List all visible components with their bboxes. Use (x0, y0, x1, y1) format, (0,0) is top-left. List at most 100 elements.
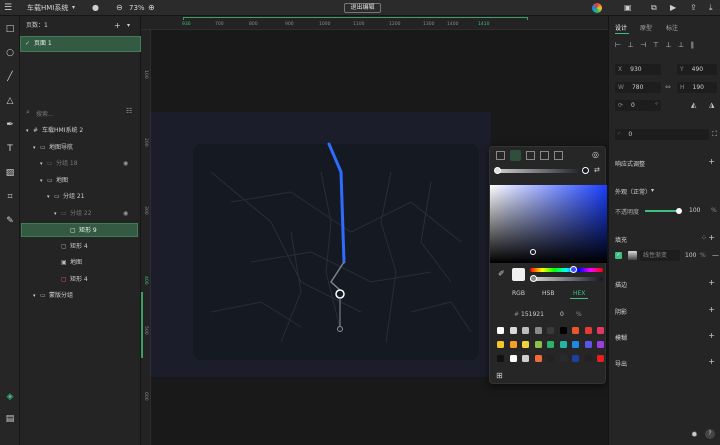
linear-gradient-icon[interactable] (510, 150, 521, 161)
color-swatch[interactable] (584, 327, 592, 334)
color-swatch[interactable] (547, 355, 554, 362)
app-title[interactable]: 车载HMI系统 (27, 0, 68, 16)
settings-icon[interactable]: ✹ (691, 430, 698, 439)
color-swatch[interactable] (597, 341, 604, 348)
pen-tool-icon[interactable]: ✒ (3, 118, 17, 132)
corner-radius-field[interactable]: ◜ 0 (615, 129, 709, 140)
expand-caret-icon[interactable]: ▾ (54, 207, 57, 221)
independent-corners-icon[interactable]: ⛶ (712, 130, 717, 139)
color-swatch[interactable] (584, 355, 592, 362)
blend-mode-icon[interactable]: ◎ (592, 150, 599, 159)
expand-caret-icon[interactable]: ▾ (33, 289, 36, 303)
shadow-add-icon[interactable]: + (708, 305, 715, 314)
page-item[interactable]: ✓ 页面 1 (20, 36, 141, 52)
alpha-input[interactable]: 0 (560, 311, 564, 318)
text-tool-icon[interactable]: T (3, 142, 17, 156)
color-picker[interactable]: ◎ ⇄ ✐ RGB HSB HEX # 151921 0 % ⊞ (489, 146, 607, 384)
mode-hex[interactable]: HEX (573, 290, 585, 297)
add-page-icon[interactable]: + (114, 19, 121, 33)
color-swatch[interactable] (559, 327, 567, 334)
expand-caret-icon[interactable]: ▾ (33, 141, 36, 155)
color-swatch[interactable] (522, 341, 529, 348)
color-swatch[interactable] (547, 341, 554, 348)
color-swatch[interactable] (522, 327, 529, 334)
expand-caret-icon[interactable]: ▾ (40, 157, 43, 171)
rectangle-tool-icon[interactable]: □ (3, 22, 17, 36)
gradient-bar[interactable] (496, 169, 586, 173)
radial-gradient-icon[interactable] (526, 151, 535, 160)
color-swatch[interactable] (584, 341, 592, 348)
layer-row[interactable]: ▾ ▭ 分组 22 ◉ (20, 207, 141, 221)
image-fill-icon[interactable] (554, 151, 563, 160)
color-swatch[interactable] (522, 355, 529, 362)
comment-icon[interactable]: ● (92, 3, 99, 12)
gradient-stop-start[interactable] (494, 167, 501, 174)
hue-handle[interactable] (570, 266, 577, 273)
align-middle-icon[interactable]: ⊥ (665, 41, 678, 49)
appearance-dropdown[interactable]: 外观（正常） (615, 187, 651, 196)
align-right-icon[interactable]: ⊣ (640, 41, 653, 49)
color-swatch[interactable] (509, 327, 517, 334)
color-swatch[interactable] (597, 327, 604, 334)
chevron-down-icon[interactable]: ▾ (72, 4, 75, 11)
line-tool-icon[interactable]: ╱ (3, 70, 17, 84)
y-field[interactable]: Y 490 (677, 64, 717, 75)
blur-add-icon[interactable]: + (708, 331, 715, 340)
opacity-handle[interactable] (676, 208, 682, 214)
x-field[interactable]: X 930 (615, 64, 661, 75)
color-swatch[interactable] (534, 355, 542, 362)
chevron-down-icon[interactable]: ▾ (651, 187, 654, 194)
color-swatch[interactable] (497, 341, 504, 348)
layer-row[interactable]: ▢ 矩形 4 (20, 240, 141, 254)
visibility-icon[interactable]: ◉ (123, 157, 128, 171)
tab-design[interactable]: 设计 (615, 23, 627, 32)
height-field[interactable]: H 190 (677, 82, 717, 93)
align-top-icon[interactable]: ⊤ (653, 41, 666, 49)
fill-styles-icon[interactable]: ⁘ (701, 234, 707, 242)
saturation-area[interactable] (490, 185, 607, 263)
fill-swatch[interactable] (628, 251, 637, 260)
color-swatch[interactable] (509, 341, 517, 348)
collapse-pages-icon[interactable]: ▾ (127, 19, 130, 33)
zoom-in-icon[interactable]: ⊕ (148, 3, 155, 12)
layer-row[interactable]: ▢ 矩形 9 (21, 223, 138, 237)
menu-icon[interactable]: ☰ (4, 3, 12, 13)
tab-annotate[interactable]: 标注 (666, 23, 678, 32)
layer-row[interactable]: ▾ ▭ 分组 21 (20, 190, 141, 204)
alpha-slider[interactable] (530, 277, 603, 281)
expand-caret-icon[interactable]: ▾ (40, 174, 43, 188)
layer-row[interactable]: ▾ ▭ 分组 18 ◉ (20, 157, 141, 171)
tab-prototype[interactable]: 原型 (640, 23, 652, 32)
fill-add-icon[interactable]: + (708, 233, 715, 242)
fill-type-field[interactable]: 线性渐变 (640, 250, 680, 261)
eyedropper-icon[interactable]: ✐ (498, 269, 505, 278)
exit-edit-button[interactable]: 退出编辑 (344, 3, 381, 13)
store-icon[interactable]: ▣ (624, 3, 632, 12)
image-tool-icon[interactable]: ▨ (3, 166, 17, 180)
flip-horizontal-icon[interactable]: ◭ (691, 101, 696, 109)
help-icon[interactable]: ? (705, 429, 715, 439)
mode-rgb[interactable]: RGB (512, 290, 525, 297)
layer-row[interactable]: ▾ # 车载HMI系统 2 (20, 124, 141, 138)
layer-row[interactable]: ▾ ▭ 地图导航 (20, 141, 141, 155)
color-swatch[interactable] (497, 327, 504, 334)
frame-tool-icon[interactable]: ⌗ (3, 190, 17, 204)
layer-search[interactable]: ⌕ 搜索... ☷ (24, 107, 136, 119)
share-icon[interactable]: ⇪ (690, 3, 697, 12)
hex-input[interactable]: 151921 (521, 311, 544, 318)
solid-fill-icon[interactable] (496, 151, 505, 160)
search-input[interactable]: 搜索... (36, 109, 54, 118)
opacity-slider[interactable] (645, 210, 679, 212)
angular-gradient-icon[interactable] (540, 151, 549, 160)
layer-row[interactable]: ▢ 矩形 4 (20, 273, 141, 287)
fill-opacity-value[interactable]: 100 (685, 252, 696, 259)
width-field[interactable]: W 780 (615, 82, 661, 93)
align-bottom-icon[interactable]: ⊥ (678, 41, 691, 49)
expand-caret-icon[interactable]: ▾ (47, 190, 50, 204)
responsive-add-icon[interactable]: + (708, 157, 715, 166)
add-swatch-icon[interactable]: ⊞ (496, 371, 503, 380)
color-swatch[interactable] (547, 327, 554, 334)
hue-slider[interactable] (530, 268, 603, 272)
color-swatch[interactable] (559, 341, 567, 348)
swap-stops-icon[interactable]: ⇄ (594, 166, 600, 174)
